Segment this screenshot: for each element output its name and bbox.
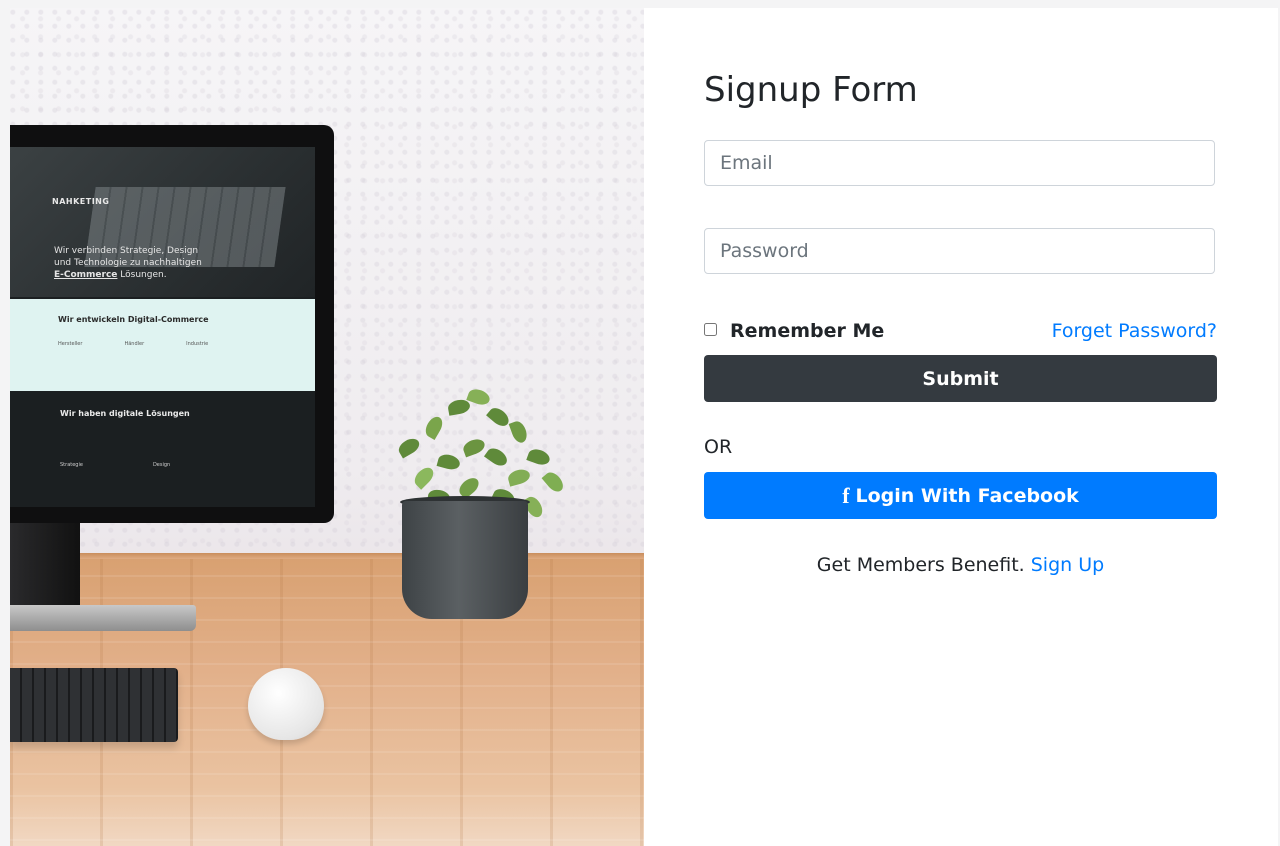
form-area: Signup Form Remember Me Forget Password?… (644, 8, 1278, 846)
desk-edge (10, 553, 644, 559)
screen-band-col: Hersteller (58, 341, 83, 347)
screen-hero-line2: und Technologie zu nachhaltigen (54, 258, 202, 268)
screen-band-title: Wir entwickeln Digital-Commerce (58, 315, 209, 324)
screen-brand: NAHKETING (52, 197, 110, 206)
submit-button[interactable]: Submit (704, 355, 1217, 402)
or-divider: OR (704, 436, 733, 458)
monitor: NAHKETING Wir verbinden Strategie, Desig… (10, 125, 334, 523)
page-title: Signup Form (704, 70, 918, 110)
monitor-stand (10, 523, 80, 609)
screen-dark-title: Wir haben digitale Lösungen (60, 409, 190, 418)
facebook-login-label: Login With Facebook (855, 484, 1079, 507)
screen-band: Wir entwickeln Digital-Commerce Herstell… (10, 299, 315, 391)
screen-dark-cols: Strategie Design (60, 462, 170, 468)
email-input[interactable] (704, 140, 1215, 186)
facebook-login-button[interactable]: f Login With Facebook (704, 472, 1217, 519)
screen-hero-line1: Wir verbinden Strategie, Design (54, 246, 199, 256)
remember-checkbox[interactable] (704, 323, 717, 336)
screen-dark-col: Design (152, 462, 171, 468)
desk-photo: NAHKETING Wir verbinden Strategie, Desig… (10, 8, 644, 846)
screen-band-cols: Hersteller Händler Industrie (58, 341, 208, 347)
members-benefit: Get Members Benefit. Sign Up (704, 551, 1217, 579)
password-input[interactable] (704, 228, 1215, 274)
signup-link[interactable]: Sign Up (1031, 554, 1104, 576)
signup-card: NAHKETING Wir verbinden Strategie, Desig… (10, 8, 1278, 846)
remember-label[interactable]: Remember Me (730, 318, 884, 344)
monitor-screen: NAHKETING Wir verbinden Strategie, Desig… (10, 147, 315, 507)
facebook-icon: f (842, 482, 850, 508)
forget-password-link[interactable]: Forget Password? (1052, 318, 1217, 344)
mouse (248, 668, 324, 740)
screen-hero-strong: E-Commerce (54, 270, 118, 280)
plant-pot (402, 501, 528, 619)
screen-hero-text: Wir verbinden Strategie, Design und Tech… (54, 245, 264, 281)
screen-band-col: Industrie (186, 341, 209, 347)
screen-dark-col: Strategie (60, 462, 83, 468)
screen-hero-tail: Lösungen. (117, 270, 167, 280)
keyboard (10, 668, 178, 742)
screen-band-col: Händler (124, 341, 145, 347)
screen-hero-line3: E-Commerce Lösungen. (54, 269, 264, 281)
members-text: Get Members Benefit. (816, 554, 1025, 576)
remember-row: Remember Me Forget Password? (704, 318, 1217, 344)
monitor-base (10, 605, 196, 631)
screen-hero: NAHKETING Wir verbinden Strategie, Desig… (10, 147, 315, 297)
